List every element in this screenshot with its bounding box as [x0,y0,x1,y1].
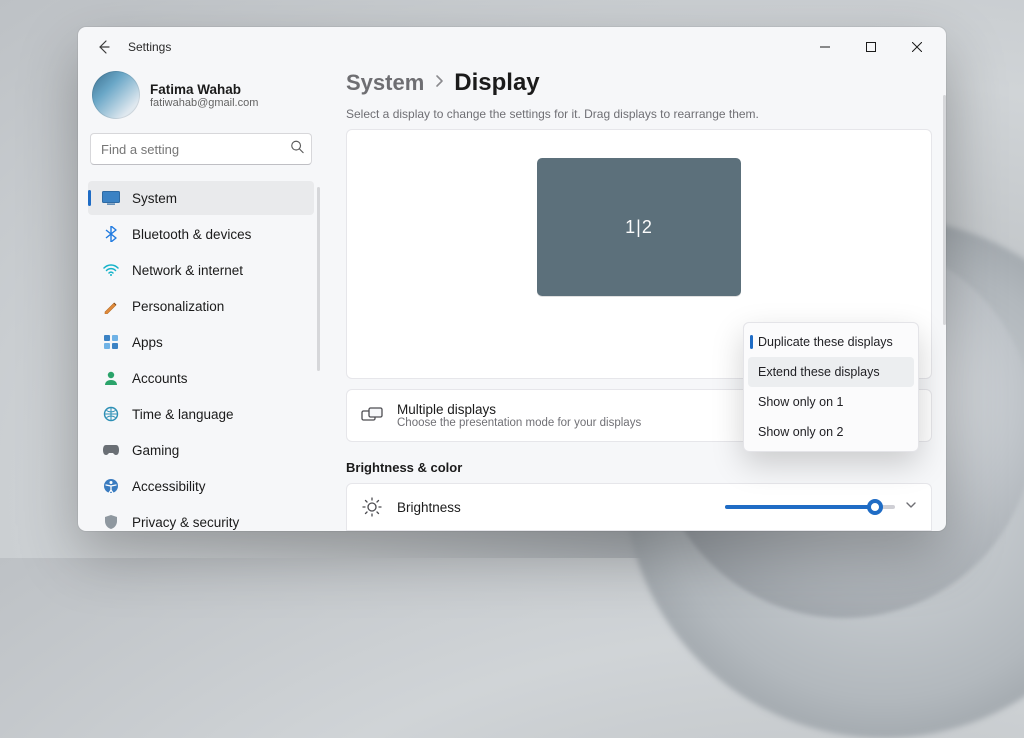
chevron-down-icon[interactable] [905,498,917,516]
sidebar-item-bluetooth[interactable]: Bluetooth & devices [88,217,314,251]
back-button[interactable] [88,31,120,63]
profile-email: fatiwahab@gmail.com [150,97,258,109]
settings-window: Settings Fatima Wahab fatiwahab@gmail.co… [78,27,946,531]
system-icon [102,189,120,207]
maximize-button[interactable] [848,27,894,67]
search-wrap [90,133,312,165]
sidebar-item-accessibility[interactable]: Accessibility [88,469,314,503]
slider-track[interactable] [725,505,895,509]
accounts-icon [102,369,120,387]
search-input[interactable] [90,133,312,165]
slider-fill [725,505,875,509]
display-arrangement-card: 1|2 Identify Duplicate these displays Ex… [346,129,932,379]
sidebar-item-label: Bluetooth & devices [132,227,251,242]
brightness-row[interactable]: Brightness [346,483,932,531]
nav-list: System Bluetooth & devices Network & int… [88,181,314,531]
subheading: Select a display to change the settings … [346,107,932,121]
display-mode-menu: Duplicate these displays Extend these di… [743,322,919,452]
sidebar-item-label: System [132,191,177,206]
sidebar-item-system[interactable]: System [88,181,314,215]
monitor-tile[interactable]: 1|2 [537,158,741,296]
chevron-right-icon [434,74,444,93]
sidebar-item-time-language[interactable]: Time & language [88,397,314,431]
maximize-icon [866,42,876,52]
close-button[interactable] [894,27,940,67]
avatar [92,71,140,119]
sidebar-item-accounts[interactable]: Accounts [88,361,314,395]
sidebar-item-label: Network & internet [132,263,243,278]
sidebar-item-label: Apps [132,335,163,350]
dropdown-option-duplicate[interactable]: Duplicate these displays [748,327,914,357]
bluetooth-icon [102,225,120,243]
brightness-section-heading: Brightness & color [346,460,932,475]
network-icon [102,261,120,279]
content-panel: System Display Select a display to chang… [324,67,946,531]
accessibility-icon [102,477,120,495]
app-title: Settings [128,40,171,54]
privacy-icon [102,513,120,531]
dropdown-option-extend[interactable]: Extend these displays [748,357,914,387]
apps-icon [102,333,120,351]
multiple-displays-icon [361,405,383,427]
monitor-canvas[interactable]: 1|2 [365,148,913,306]
minimize-icon [820,42,830,52]
search-icon [290,140,304,159]
profile-block[interactable]: Fatima Wahab fatiwahab@gmail.com [88,67,314,133]
monitor-label: 1|2 [625,217,653,238]
brightness-icon [361,496,383,518]
breadcrumb: System Display [346,69,932,97]
gaming-icon [102,441,120,459]
dropdown-option-show-only-1[interactable]: Show only on 1 [748,387,914,417]
arrow-left-icon [96,39,112,55]
time-language-icon [102,405,120,423]
sidebar-item-label: Accessibility [132,479,206,494]
brightness-slider[interactable] [725,498,917,516]
window-controls [802,27,940,67]
sidebar-item-privacy[interactable]: Privacy & security [88,505,314,531]
sidebar-item-label: Time & language [132,407,234,422]
personalization-icon [102,297,120,315]
sidebar-item-label: Gaming [132,443,179,458]
profile-name: Fatima Wahab [150,82,258,97]
close-icon [912,42,922,52]
page-title: Display [454,69,539,97]
left-panel: Fatima Wahab fatiwahab@gmail.com Syste [78,67,324,531]
multiple-displays-desc: Choose the presentation mode for your di… [397,417,641,429]
breadcrumb-parent[interactable]: System [346,70,424,96]
dropdown-option-show-only-2[interactable]: Show only on 2 [748,417,914,447]
content-scrollbar[interactable] [943,95,946,325]
sidebar-item-label: Privacy & security [132,515,239,530]
sidebar-item-personalization[interactable]: Personalization [88,289,314,323]
sidebar-item-label: Accounts [132,371,188,386]
slider-thumb[interactable] [867,499,883,515]
minimize-button[interactable] [802,27,848,67]
sidebar-item-gaming[interactable]: Gaming [88,433,314,467]
brightness-title: Brightness [397,500,461,515]
sidebar-item-apps[interactable]: Apps [88,325,314,359]
titlebar: Settings [78,27,946,67]
sidebar-item-network[interactable]: Network & internet [88,253,314,287]
sidebar-item-label: Personalization [132,299,224,314]
multiple-displays-title: Multiple displays [397,402,641,417]
nav-scrollbar[interactable] [317,187,320,371]
